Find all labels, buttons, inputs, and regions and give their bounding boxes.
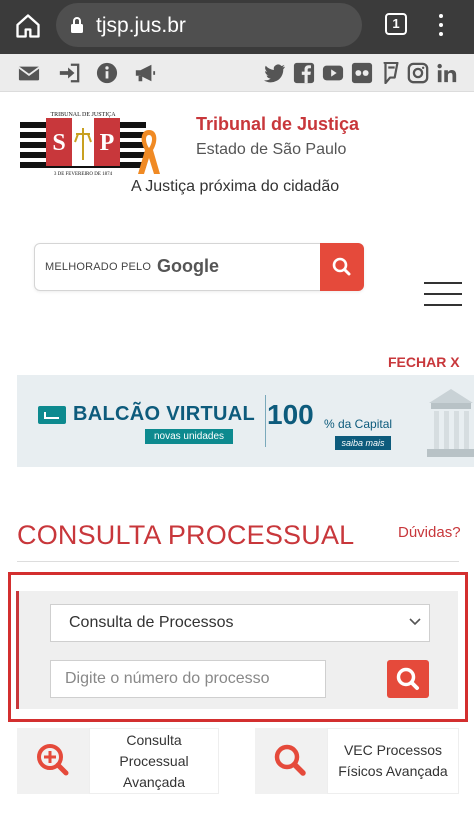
computer-screen-icon <box>38 406 66 424</box>
process-number-input[interactable] <box>50 660 326 698</box>
svg-text:TRIBUNAL DE JUSTIÇA: TRIBUNAL DE JUSTIÇA <box>50 112 116 118</box>
browser-toolbar: tjsp.jus.br 1 <box>0 0 474 54</box>
vec-search-label[interactable]: VEC Processos Físicos Avançada <box>327 728 459 794</box>
facebook-icon[interactable] <box>293 62 315 84</box>
twitter-icon[interactable] <box>264 62 286 84</box>
info-icon[interactable] <box>96 62 118 84</box>
advanced-search-label[interactable]: Consulta Processual Avançada <box>89 728 219 794</box>
login-icon[interactable] <box>58 62 80 84</box>
card-label-line: Processual <box>119 752 189 769</box>
svg-text:S: S <box>52 130 65 156</box>
close-banner-link[interactable]: FECHAR X <box>388 354 460 370</box>
youtube-icon[interactable] <box>322 62 344 84</box>
chevron-down-icon <box>409 618 421 626</box>
awareness-ribbon-icon <box>138 130 160 174</box>
site-search-box[interactable]: MELHORADO PELO Google <box>34 243 364 291</box>
section-divider <box>17 561 459 562</box>
card-label-line: Avançada <box>122 773 185 790</box>
search-icon <box>396 667 419 690</box>
banner-big-number: 100 <box>267 399 314 430</box>
megaphone-icon[interactable] <box>134 62 156 84</box>
consulta-type-select[interactable]: Consulta de Processos <box>50 604 430 642</box>
banner-saiba-mais[interactable]: saiba mais <box>335 436 391 450</box>
site-title[interactable]: Tribunal de Justiça <box>196 114 359 135</box>
utility-bar <box>0 54 474 92</box>
tjsp-seal-logo[interactable]: S P TRIBUNAL DE JUSTIÇA 3 DE FEVEREIRO D… <box>20 110 146 176</box>
url-text[interactable]: tjsp.jus.br <box>96 14 186 38</box>
card-icon-cell <box>255 728 327 794</box>
search-powered-by-label: MELHORADO PELO <box>45 261 152 273</box>
banner-suffix: % da Capital <box>324 417 393 431</box>
instagram-icon[interactable] <box>407 62 429 84</box>
card-label-line: Consulta <box>126 731 182 748</box>
site-tagline: A Justiça próxima do cidadão <box>131 178 340 195</box>
google-logo: Google <box>157 256 219 276</box>
svg-text:3 DE FEVEREIRO DE 1874: 3 DE FEVEREIRO DE 1874 <box>54 172 113 176</box>
tab-switcher-button[interactable]: 1 <box>385 13 407 35</box>
consulta-section-title: CONSULTA PROCESSUAL <box>17 520 355 550</box>
flickr-icon[interactable] <box>351 62 373 84</box>
courthouse-illustration <box>427 389 474 457</box>
select-value: Consulta de Processos <box>69 614 234 631</box>
process-search-button[interactable] <box>387 660 429 698</box>
balcao-virtual-banner[interactable]: BALCÃO VIRTUAL novas unidades 100 % da C… <box>17 375 474 467</box>
svg-text:P: P <box>100 130 115 156</box>
banner-pill: novas unidades <box>145 429 233 444</box>
foursquare-icon[interactable] <box>380 62 402 84</box>
zoom-in-icon <box>37 744 69 776</box>
site-subtitle: Estado de São Paulo <box>196 141 347 158</box>
card-icon-cell <box>17 728 89 794</box>
home-icon[interactable] <box>14 12 42 40</box>
email-icon[interactable] <box>18 62 40 84</box>
address-bar[interactable]: tjsp.jus.br <box>56 3 362 47</box>
card-label-line: VEC Processos <box>343 742 443 758</box>
menu-hamburger-icon[interactable] <box>424 282 462 308</box>
banner-divider <box>265 395 266 447</box>
help-link[interactable]: Dúvidas? <box>398 524 461 541</box>
vec-search-card[interactable]: VEC Processos Físicos Avançada <box>255 728 459 794</box>
search-icon <box>332 257 351 276</box>
browser-menu-icon[interactable] <box>436 12 446 38</box>
search-icon <box>274 744 306 776</box>
linkedin-icon[interactable] <box>436 62 458 84</box>
banner-title: BALCÃO VIRTUAL <box>73 403 255 425</box>
card-label-line: Físicos Avançada <box>338 763 448 779</box>
advanced-search-card[interactable]: Consulta Processual Avançada <box>17 728 219 794</box>
lock-icon <box>71 17 83 33</box>
search-button[interactable] <box>320 243 364 291</box>
